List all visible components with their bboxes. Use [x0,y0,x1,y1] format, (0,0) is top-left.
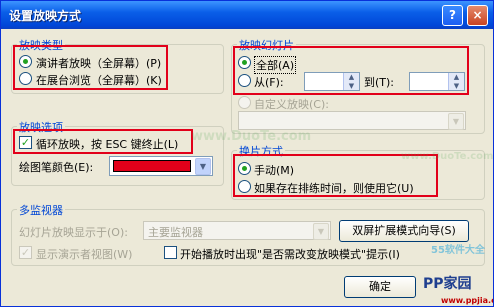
chevron-down-icon[interactable]: ▼ [448,113,464,130]
from-input[interactable]: ▲ ▼ [304,72,360,91]
browser-radio[interactable] [19,72,32,85]
custom-show-select[interactable]: ▼ [238,111,466,130]
display-value: 主要监视器 [148,226,203,239]
from-label[interactable]: 从(F): [254,74,284,90]
loop-checkbox[interactable]: ✓ [19,136,32,149]
watermark-logo: 55软件大全 [431,245,485,256]
spin-up-icon[interactable]: ▲ [449,73,464,82]
all-slides-radio[interactable] [238,56,251,69]
chevron-down-icon[interactable]: ▼ [195,158,211,175]
all-slides-label[interactable]: 全部(A) [254,56,297,74]
ok-button[interactable]: 确定 [344,276,416,298]
prompt-label[interactable]: 开始播放时出现"是否需改变放映模式"提示(I) [180,246,400,262]
watermark-text: www.DuoTe.com [191,129,312,144]
close-button[interactable]: × [467,5,488,26]
to-spinner[interactable]: ▲ ▼ [448,73,464,90]
presenter-view-label: 显示演示者视图(W) [36,248,133,261]
custom-show-label: 自定义放映(C): [254,98,329,111]
watermark-url: www.ppjia.com [441,296,493,305]
loop-label[interactable]: 循环放映，按 ESC 键终止(L) [36,136,178,152]
timings-radio[interactable] [238,180,251,193]
custom-show-radio[interactable] [238,96,251,109]
spin-down-icon[interactable]: ▼ [344,82,359,91]
browser-label[interactable]: 在展台浏览（全屏幕）(K) [36,72,162,88]
manual-label[interactable]: 手动(M) [254,162,294,178]
multi-monitor-title: 多监视器 [17,202,65,218]
spin-down-icon[interactable]: ▼ [449,82,464,91]
presenter-radio[interactable] [19,55,32,68]
chevron-down-icon[interactable]: ▼ [313,223,329,240]
dual-screen-wizard-button[interactable]: 双屏扩展模式向导(S) [339,220,469,242]
display-label: 幻灯片放映显示于(O): [19,226,128,239]
prompt-checkbox[interactable] [164,246,177,259]
from-radio[interactable] [238,74,251,87]
from-spinner[interactable]: ▲ ▼ [343,73,359,90]
pen-color-swatch [113,160,191,172]
help-button[interactable]: ? [442,5,463,26]
watermark-text: www.DuoTe.com [401,151,494,162]
to-input[interactable]: ▲ ▼ [409,72,465,91]
dialog-window: 设置放映方式 ? × 放映类型 演讲者放映（全屏幕）(P) 在展台浏览（全屏幕）… [0,0,494,307]
presenter-label[interactable]: 演讲者放映（全屏幕）(P) [36,55,161,71]
presenter-view-checkbox[interactable]: ✓ [19,246,32,259]
manual-radio[interactable] [238,162,251,175]
pen-color-label: 绘图笔颜色(E): [19,161,94,174]
watermark-logo: PP家园 [423,276,472,292]
pen-color-select[interactable]: ▼ [109,156,213,176]
display-select[interactable]: 主要监视器 ▼ [143,221,331,240]
spin-up-icon[interactable]: ▲ [344,73,359,82]
timings-label[interactable]: 如果存在排练时间，则使用它(U) [254,180,414,196]
window-title: 设置放映方式 [9,9,82,23]
title-bar: 设置放映方式 ? × [1,1,493,29]
to-label[interactable]: 到(T): [364,74,394,90]
